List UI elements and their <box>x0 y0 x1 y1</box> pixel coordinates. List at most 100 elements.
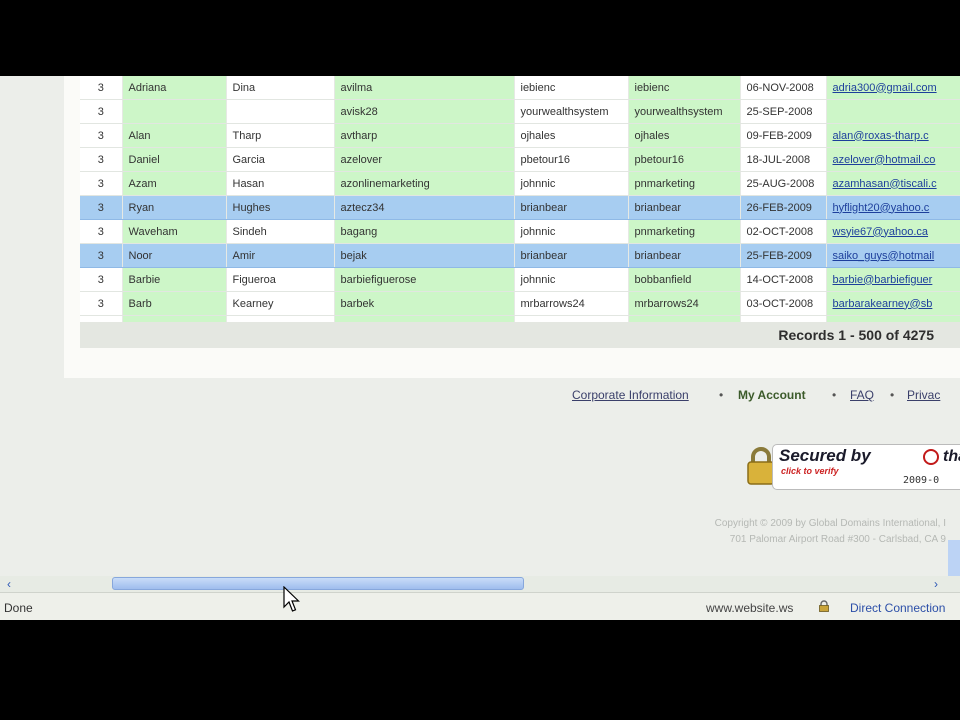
cell-last-name: Hughes <box>226 195 335 220</box>
cell-referrer: bobbanfield <box>628 267 741 292</box>
cell-join-date: 26-FEB-2009 <box>740 195 827 220</box>
cell-join-date: 14-OCT-2008 <box>740 267 827 292</box>
faq-link[interactable]: FAQ <box>850 388 874 402</box>
cell-referrer: brianbear <box>628 195 741 220</box>
table-row[interactable]: 3 Alan Tharp avtharp ojhales ojhales 09-FEB-20… <box>80 123 960 148</box>
cell-level: 3 <box>80 123 123 148</box>
lock-icon <box>819 600 829 612</box>
table-row-selected[interactable]: 3 Noor Amir bejak brianbear brianbear 25-FEB-2… <box>80 243 960 268</box>
cell-email[interactable]: barbie@barbiefiguer <box>826 267 960 292</box>
address-line: 701 Palomar Airport Road #300 - Carlsbad… <box>729 534 946 545</box>
cell-level: 3 <box>80 219 123 244</box>
cell-level: 3 <box>80 243 123 268</box>
horizontal-scrollbar[interactable]: ‹ › <box>0 576 960 592</box>
cell-level: 3 <box>80 147 123 172</box>
cell-first-name: Ryan <box>122 195 227 220</box>
security-seal[interactable]: Secured by click to verify tha 2009-0 <box>746 442 960 492</box>
seal-date: 2009-0 <box>903 475 940 486</box>
cell-first-name: Waveham <box>122 219 227 244</box>
cell-sponsor: johnnic <box>514 171 629 196</box>
cell-sponsor: mrbarrows24 <box>514 291 629 316</box>
table-row[interactable]: 3 Barb Kearney barbek mrbarrows24 mrbarrows24… <box>80 291 960 316</box>
cell-first-name: Daniel <box>122 147 227 172</box>
cell-last-name: Dina <box>226 76 335 100</box>
cell-join-date: 25-FEB-2009 <box>740 243 827 268</box>
cell-sponsor: brianbear <box>514 195 629 220</box>
footer-links: Corporate Information • My Account • FAQ… <box>560 388 960 406</box>
mouse-cursor-icon <box>283 586 300 612</box>
cell-username: barbiefiguerose <box>334 267 515 292</box>
browser-viewport: 3 Adriana Dina avilma iebienc iebienc 06-NOV-2… <box>0 76 960 620</box>
cell-join-date: 25-AUG-2008 <box>740 171 827 196</box>
seal-title: Secured by <box>779 446 871 465</box>
vertical-scrollbar-thumb[interactable] <box>948 540 960 576</box>
cell-email[interactable]: hyflight20@yahoo.c <box>826 195 960 220</box>
cell-last-name <box>226 99 335 124</box>
cell-last-name: Figueroa <box>226 267 335 292</box>
cell-last-name: Garcia <box>226 147 335 172</box>
members-grid: 3 Adriana Dina avilma iebienc iebienc 06-NOV-2… <box>80 76 960 340</box>
footer-separator: • <box>719 388 724 402</box>
table-row[interactable]: 3 Daniel Garcia azelover pbetour16 pbetour16 1… <box>80 147 960 172</box>
cell-email[interactable]: wsyie67@yahoo.ca <box>826 219 960 244</box>
cell-last-name: Hasan <box>226 171 335 196</box>
cell-join-date: 25-SEP-2008 <box>740 99 827 124</box>
footer-separator: • <box>890 388 895 402</box>
cell-level: 3 <box>80 267 123 292</box>
cell-last-name: Sindeh <box>226 219 335 244</box>
cell-referrer: ojhales <box>628 123 741 148</box>
horizontal-scrollbar-thumb[interactable] <box>112 577 524 590</box>
cell-sponsor: ojhales <box>514 123 629 148</box>
table-row[interactable]: 3 Barbie Figueroa barbiefiguerose johnnic bob… <box>80 267 960 292</box>
cell-email[interactable]: alan@roxas-tharp.c <box>826 123 960 148</box>
cell-sponsor: johnnic <box>514 267 629 292</box>
cell-sponsor: yourwealthsystem <box>514 99 629 124</box>
copyright-line: Copyright © 2009 by Global Domains Inter… <box>714 518 946 529</box>
footer-separator: • <box>832 388 837 402</box>
cell-username: avtharp <box>334 123 515 148</box>
cell-join-date: 06-NOV-2008 <box>740 76 827 100</box>
status-url: www.website.ws <box>706 601 794 615</box>
table-row[interactable]: 3 avisk28 yourwealthsystem yourwealthsystem… <box>80 99 960 124</box>
table-row[interactable]: 3 Waveham Sindeh bagang johnnic pnmarketing 02… <box>80 219 960 244</box>
cell-referrer: pnmarketing <box>628 219 741 244</box>
seal-verify-text[interactable]: click to verify <box>781 466 839 476</box>
cell-level: 3 <box>80 171 123 196</box>
cell-email[interactable]: saiko_guys@hotmail <box>826 243 960 268</box>
cell-level: 3 <box>80 195 123 220</box>
seal-badge: Secured by click to verify tha 2009-0 <box>772 444 960 490</box>
cell-email[interactable] <box>826 99 960 124</box>
cell-email[interactable]: azelover@hotmail.co <box>826 147 960 172</box>
cell-last-name: Kearney <box>226 291 335 316</box>
cell-join-date: 03-OCT-2008 <box>740 291 827 316</box>
cell-username: azonlinemarketing <box>334 171 515 196</box>
cell-username: azelover <box>334 147 515 172</box>
cell-referrer: mrbarrows24 <box>628 291 741 316</box>
my-account-link[interactable]: My Account <box>738 388 806 402</box>
cell-email[interactable]: adria300@gmail.com <box>826 76 960 100</box>
cell-level: 3 <box>80 99 123 124</box>
scroll-left-arrow-icon[interactable]: ‹ <box>2 576 16 592</box>
cell-username: aztecz34 <box>334 195 515 220</box>
cell-join-date: 18-JUL-2008 <box>740 147 827 172</box>
records-count: Records 1 - 500 of 4275 <box>80 322 960 348</box>
cell-level: 3 <box>80 76 123 100</box>
table-row[interactable]: 3 Adriana Dina avilma iebienc iebienc 06-NOV-2… <box>80 76 960 100</box>
cell-first-name: Adriana <box>122 76 227 100</box>
cell-first-name: Barb <box>122 291 227 316</box>
privacy-link[interactable]: Privac <box>907 388 940 402</box>
scroll-right-arrow-icon[interactable]: › <box>928 576 944 592</box>
cell-referrer: pbetour16 <box>628 147 741 172</box>
cell-referrer: iebienc <box>628 76 741 100</box>
seal-brand: tha <box>943 448 960 465</box>
cell-join-date: 09-FEB-2009 <box>740 123 827 148</box>
table-row-selected[interactable]: 3 Ryan Hughes aztecz34 brianbear brianbear 26-… <box>80 195 960 220</box>
connection-status: Direct Connection <box>850 601 946 615</box>
cell-email[interactable]: azamhasan@tiscali.c <box>826 171 960 196</box>
cell-referrer: yourwealthsystem <box>628 99 741 124</box>
copyright-text: Copyright © 2009 by Global Domains Inter… <box>600 516 946 548</box>
table-row[interactable]: 3 Azam Hasan azonlinemarketing johnnic pnmark… <box>80 171 960 196</box>
cell-first-name: Alan <box>122 123 227 148</box>
corporate-information-link[interactable]: Corporate Information <box>572 388 689 402</box>
cell-email[interactable]: barbarakearney@sb <box>826 291 960 316</box>
